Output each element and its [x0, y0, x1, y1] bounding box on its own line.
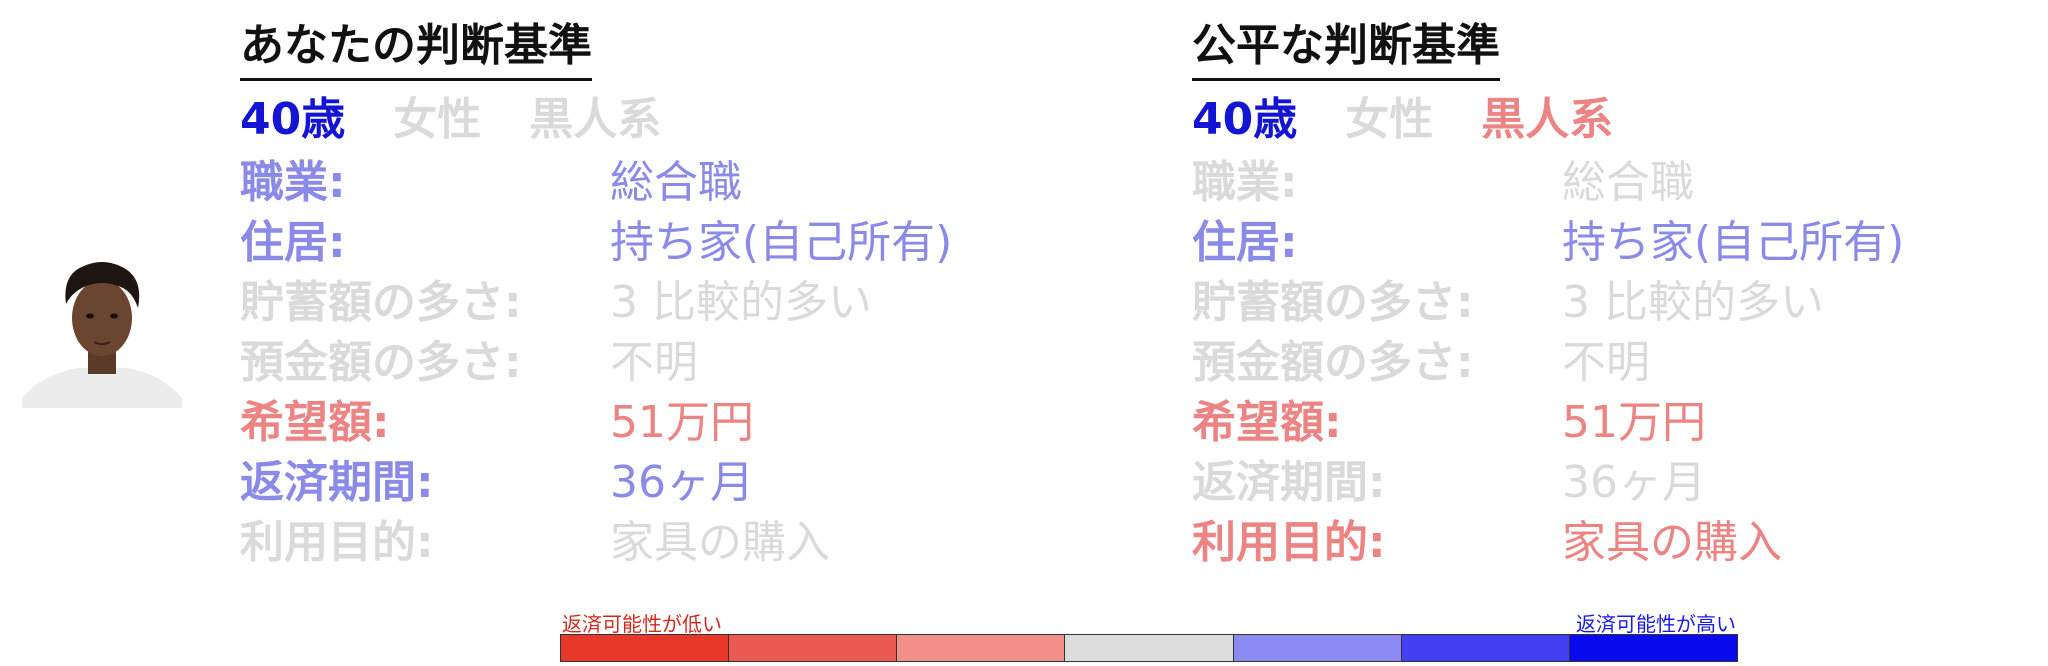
attribute-row-deposits: 預金額の多さ: 不明: [240, 333, 1060, 393]
attribute-label: 返済期間:: [1192, 457, 1386, 508]
attribute-label: 住居:: [1192, 217, 1298, 268]
attribute-label: 住居:: [240, 217, 346, 268]
attribute-label: 預金額の多さ:: [1192, 337, 1474, 388]
repayment-likelihood-scale: 返済可能性が低い 返済可能性が高い: [560, 608, 1738, 662]
demographics: 40歳 女性 黒人系: [1192, 87, 2012, 153]
scale-segment: [1065, 635, 1234, 661]
scale-high-label: 返済可能性が高い: [1576, 612, 1736, 636]
attribute-row-repayment-period: 返済期間: 36ヶ月: [240, 453, 1060, 513]
attribute-value: 3 比較的多い: [1562, 277, 1824, 328]
attribute-value: 総合職: [1562, 157, 1694, 208]
attribute-row-occupation: 職業: 総合職: [1192, 153, 2012, 213]
attribute-value: 36ヶ月: [610, 457, 754, 508]
attribute-value: 家具の購入: [1562, 517, 1782, 568]
scale-segment: [729, 635, 898, 661]
scale-bar: [560, 634, 1738, 662]
attribute-value: 不明: [1562, 337, 1650, 388]
scale-segment: [1401, 635, 1570, 661]
applicant-portrait: [22, 256, 182, 408]
gender-label: 女性: [393, 94, 482, 145]
attribute-row-savings: 貯蓄額の多さ: 3 比較的多い: [1192, 273, 2012, 333]
attribute-row-deposits: 預金額の多さ: 不明: [1192, 333, 2012, 393]
attribute-value: 持ち家(自己所有): [1562, 217, 1905, 268]
attribute-label: 職業:: [1192, 157, 1298, 208]
attribute-row-residence: 住居: 持ち家(自己所有): [1192, 213, 2012, 273]
attribute-value: 51万円: [610, 397, 754, 448]
scale-low-label: 返済可能性が低い: [562, 612, 722, 636]
attribute-row-occupation: 職業: 総合職: [240, 153, 1060, 213]
your-criteria-panel: あなたの判断基準 40歳 女性 黒人系 職業: 総合職 住居: 持ち家(自己所有) …: [240, 18, 1060, 573]
attribute-label: 利用目的:: [1192, 517, 1386, 568]
attribute-value: 家具の購入: [610, 517, 830, 568]
attribute-value: 持ち家(自己所有): [610, 217, 953, 268]
attribute-row-repayment-period: 返済期間: 36ヶ月: [1192, 453, 2012, 513]
attribute-row-residence: 住居: 持ち家(自己所有): [240, 213, 1060, 273]
scale-segment: [897, 635, 1066, 661]
attribute-value: 不明: [610, 337, 698, 388]
ethnicity-label: 黒人系: [1481, 94, 1614, 145]
age-label: 40歳: [1192, 94, 1298, 145]
fair-criteria-panel: 公平な判断基準 40歳 女性 黒人系 職業: 総合職 住居: 持ち家(自己所有) 貯…: [1192, 18, 2012, 573]
scale-labels: 返済可能性が低い 返済可能性が高い: [560, 608, 1738, 636]
gender-label: 女性: [1345, 94, 1434, 145]
attribute-row-requested-amount: 希望額: 51万円: [1192, 393, 2012, 453]
attribute-label: 貯蓄額の多さ:: [1192, 277, 1474, 328]
attribute-row-savings: 貯蓄額の多さ: 3 比較的多い: [240, 273, 1060, 333]
panel-title: 公平な判断基準: [1192, 18, 1500, 81]
attribute-label: 貯蓄額の多さ:: [240, 277, 522, 328]
attribute-row-purpose: 利用目的: 家具の購入: [1192, 513, 2012, 573]
attribute-value: 36ヶ月: [1562, 457, 1706, 508]
panel-title: あなたの判断基準: [240, 18, 592, 81]
attribute-value: 総合職: [610, 157, 742, 208]
attribute-label: 希望額:: [1192, 397, 1342, 448]
scale-segment: [1233, 635, 1402, 661]
attribute-label: 預金額の多さ:: [240, 337, 522, 388]
attribute-label: 希望額:: [240, 397, 390, 448]
demographics: 40歳 女性 黒人系: [240, 87, 1060, 153]
ethnicity-label: 黒人系: [529, 94, 662, 145]
attribute-label: 返済期間:: [240, 457, 434, 508]
scale-segment: [561, 635, 730, 661]
attribute-value: 3 比較的多い: [610, 277, 872, 328]
scale-segment: [1569, 635, 1737, 661]
attribute-label: 職業:: [240, 157, 346, 208]
attribute-row-requested-amount: 希望額: 51万円: [240, 393, 1060, 453]
attribute-value: 51万円: [1562, 397, 1706, 448]
attribute-label: 利用目的:: [240, 517, 434, 568]
attribute-row-purpose: 利用目的: 家具の購入: [240, 513, 1060, 573]
age-label: 40歳: [240, 94, 346, 145]
